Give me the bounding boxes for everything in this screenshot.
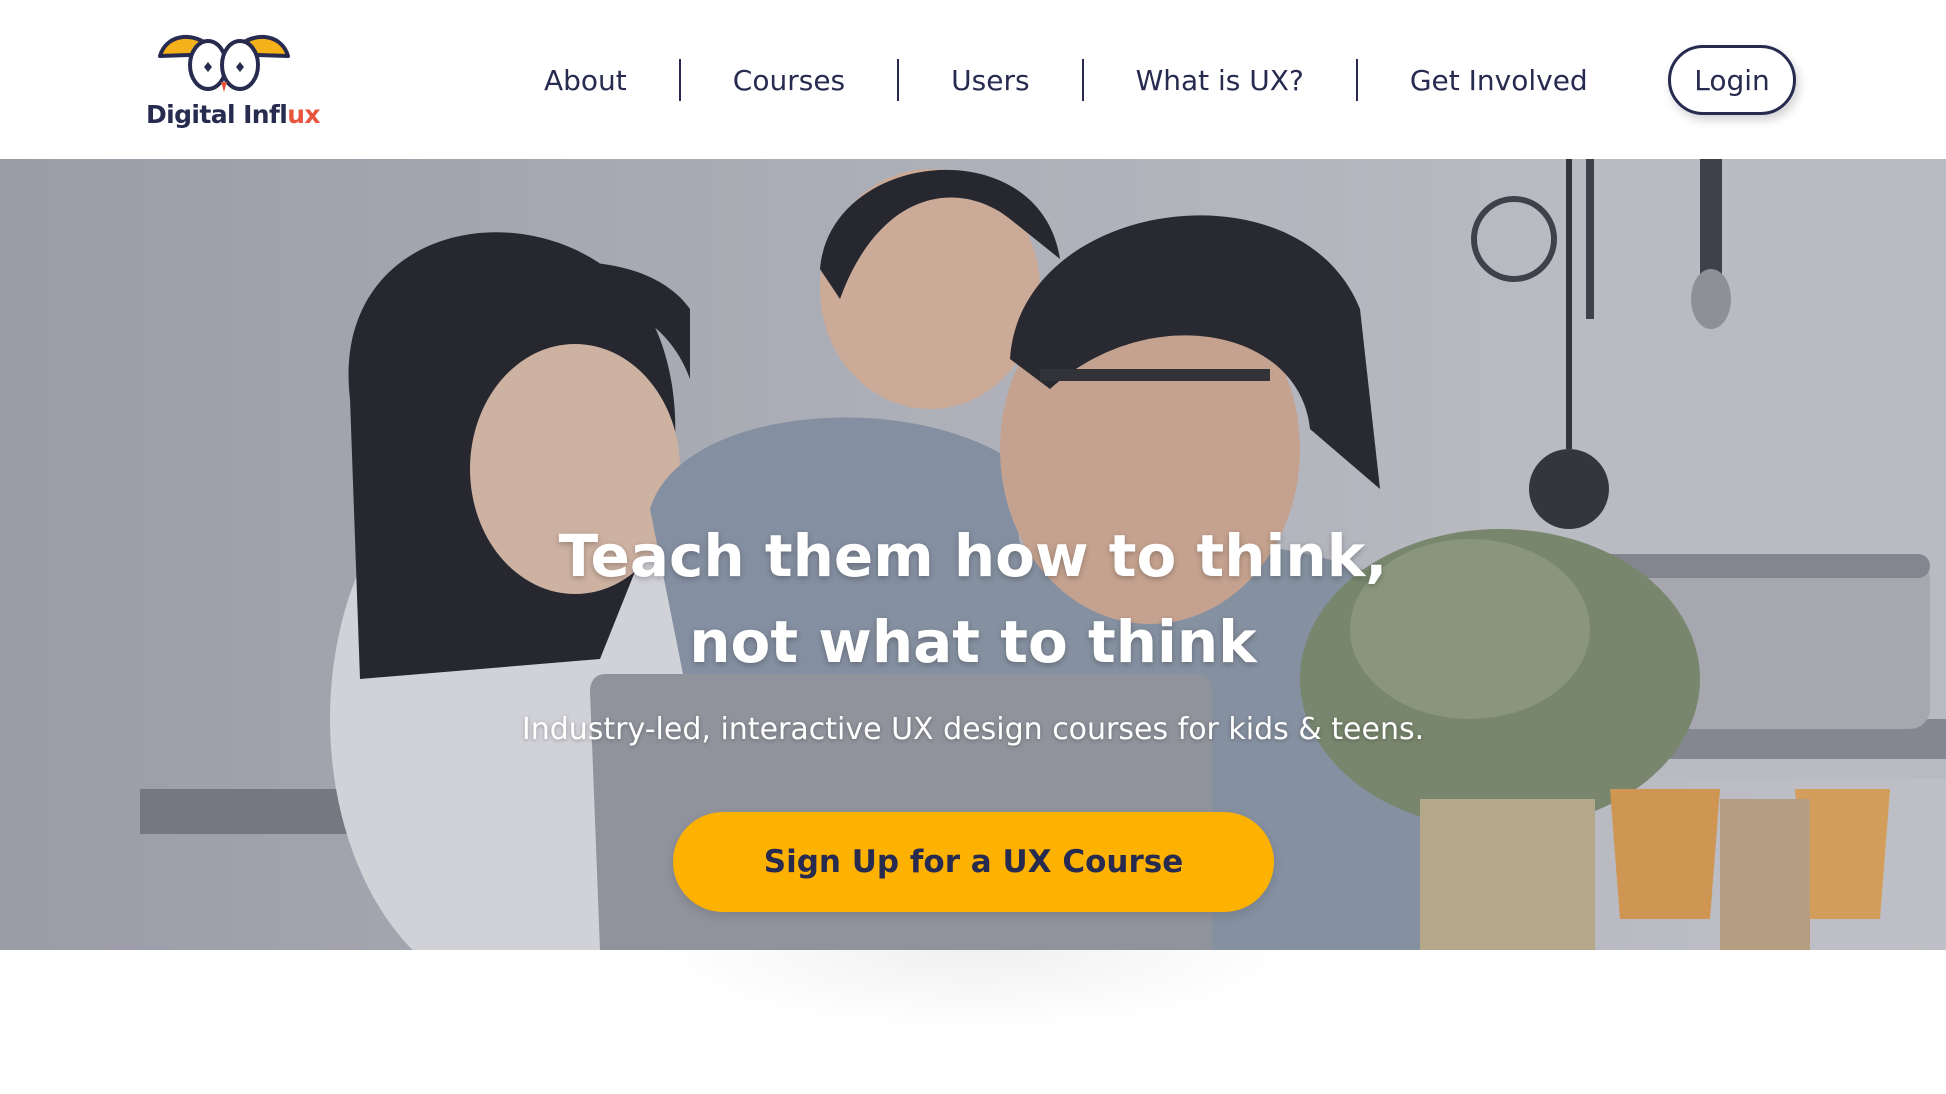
hero-title: Teach them how to think, not what to thi… <box>0 513 1946 685</box>
nav-item-users[interactable]: Users <box>899 64 1081 97</box>
brand-logo[interactable]: Digital Influx <box>140 26 321 136</box>
nav-item-about[interactable]: About <box>508 64 679 97</box>
main-nav: About Courses Users What is UX? Get Invo… <box>508 49 1640 111</box>
hero-subtitle: Industry-led, interactive UX design cour… <box>521 712 1425 747</box>
hero-section: Teach them how to think, not what to thi… <box>0 159 1946 950</box>
hero-title-line2: not what to think <box>689 608 1257 676</box>
nav-item-get-involved[interactable]: Get Involved <box>1358 64 1640 97</box>
site-header: Digital Influx About Courses Users What … <box>0 0 1946 159</box>
login-button[interactable]: Login <box>1668 45 1796 115</box>
nav-item-courses[interactable]: Courses <box>681 64 897 97</box>
logo-owl-icon <box>158 35 290 92</box>
nav-item-what-is-ux[interactable]: What is UX? <box>1084 64 1356 97</box>
section-shadow <box>650 950 1300 1030</box>
brand-name: Digital Influx <box>146 100 321 129</box>
signup-course-button[interactable]: Sign Up for a UX Course <box>673 812 1274 912</box>
hero-title-line1: Teach them how to think, <box>558 522 1388 590</box>
